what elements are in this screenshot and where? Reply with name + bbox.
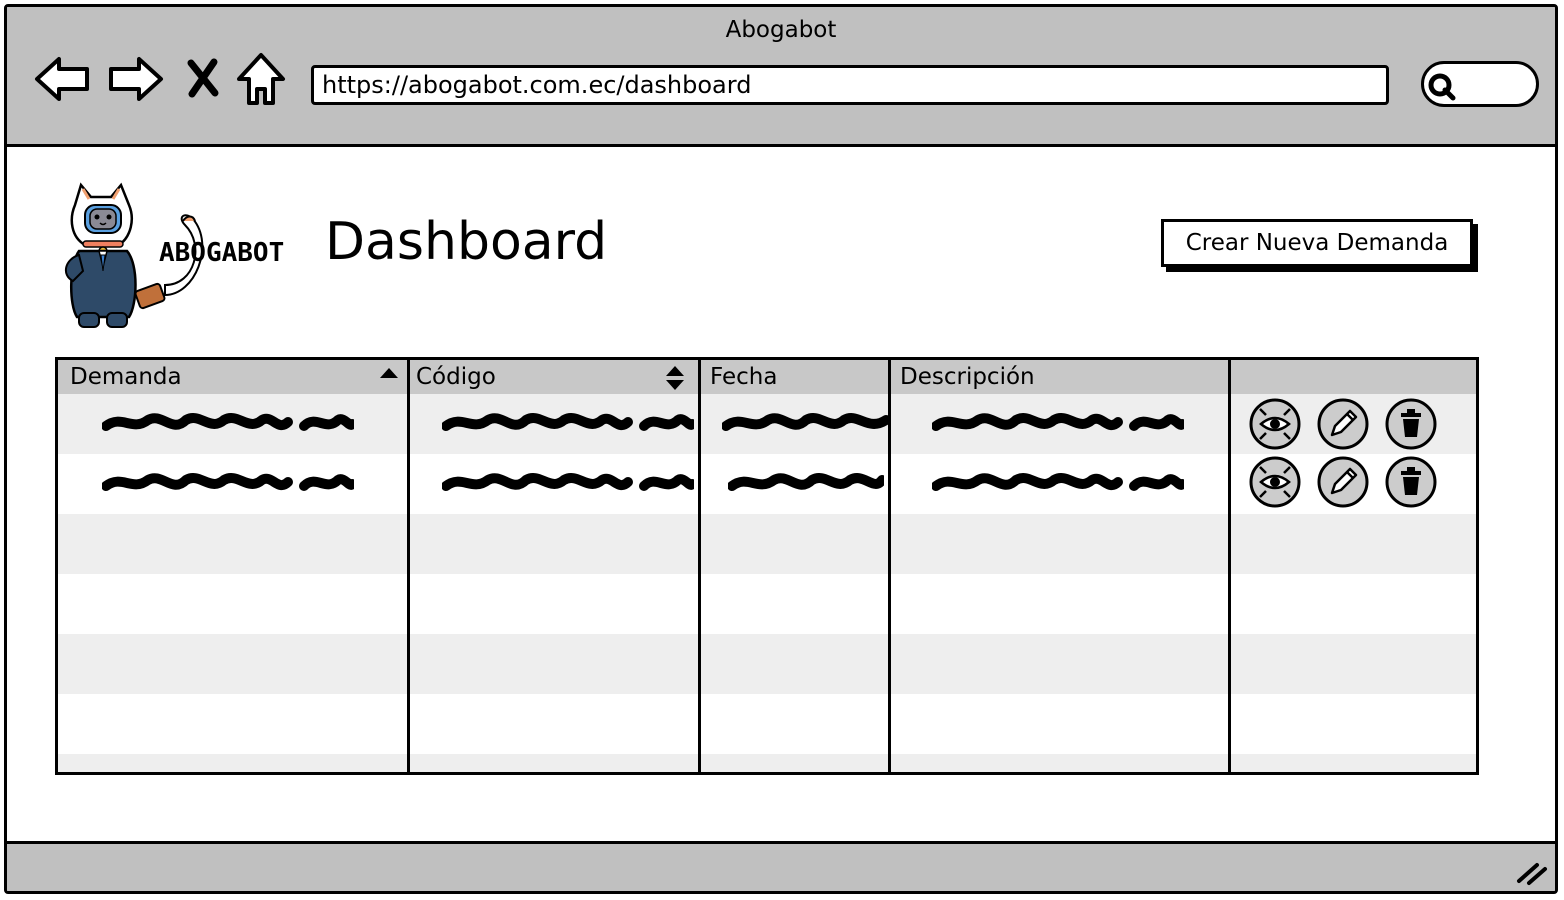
empty-table-row	[58, 634, 1476, 694]
back-arrow-icon[interactable]	[33, 47, 93, 111]
column-label: Descripción	[900, 364, 1035, 390]
delete-trash-icon[interactable]	[1384, 397, 1438, 451]
resize-grip-icon[interactable]	[1515, 857, 1549, 887]
view-icon[interactable]	[1248, 455, 1302, 509]
delete-trash-icon[interactable]	[1384, 455, 1438, 509]
create-demand-button[interactable]: Crear Nueva Demanda	[1161, 219, 1473, 267]
demands-table: Demanda Código Fecha Descripción	[55, 357, 1479, 775]
browser-search-field[interactable]	[1421, 61, 1539, 107]
forward-arrow-icon[interactable]	[105, 47, 165, 111]
view-icon[interactable]	[1248, 397, 1302, 451]
column-label: Código	[416, 364, 496, 390]
url-bar[interactable]: https://abogabot.com.ec/dashboard	[311, 65, 1389, 105]
home-icon[interactable]	[235, 47, 287, 111]
sort-ascending-icon[interactable]	[378, 366, 400, 380]
window-title: Abogabot	[725, 17, 837, 43]
magnifier-icon	[1428, 73, 1456, 101]
sort-toggle-icon[interactable]	[664, 364, 686, 392]
column-label: Fecha	[710, 364, 778, 390]
table-row[interactable]	[58, 394, 1476, 454]
browser-statusbar	[7, 841, 1555, 891]
column-divider	[888, 360, 891, 772]
column-divider	[698, 360, 701, 772]
column-label: Demanda	[70, 364, 182, 390]
column-divider	[1228, 360, 1231, 772]
close-x-icon[interactable]	[183, 47, 223, 111]
column-header-codigo[interactable]: Código	[408, 360, 698, 394]
edit-pencil-icon[interactable]	[1316, 455, 1370, 509]
column-header-descripcion[interactable]: Descripción	[892, 360, 1232, 394]
column-header-demanda[interactable]: Demanda	[62, 360, 410, 394]
abogabot-logo: ABOGABOT	[55, 175, 305, 335]
empty-table-row	[58, 754, 1476, 772]
column-header-fecha[interactable]: Fecha	[702, 360, 890, 394]
empty-table-row	[58, 694, 1476, 754]
edit-pencil-icon[interactable]	[1316, 397, 1370, 451]
table-row[interactable]	[58, 454, 1476, 514]
empty-table-row	[58, 514, 1476, 574]
browser-window: Abogabot https://abogabot.com.ec/dashboa…	[4, 4, 1558, 894]
browser-titlebar: Abogabot https://abogabot.com.ec/dashboa…	[7, 7, 1555, 147]
table-header-row: Demanda Código Fecha Descripción	[58, 360, 1476, 394]
page-title: Dashboard	[325, 212, 608, 272]
empty-table-row	[58, 574, 1476, 634]
column-header-actions	[1234, 360, 1476, 394]
logo-text: ABOGABOT	[159, 238, 284, 268]
column-divider	[407, 360, 410, 772]
